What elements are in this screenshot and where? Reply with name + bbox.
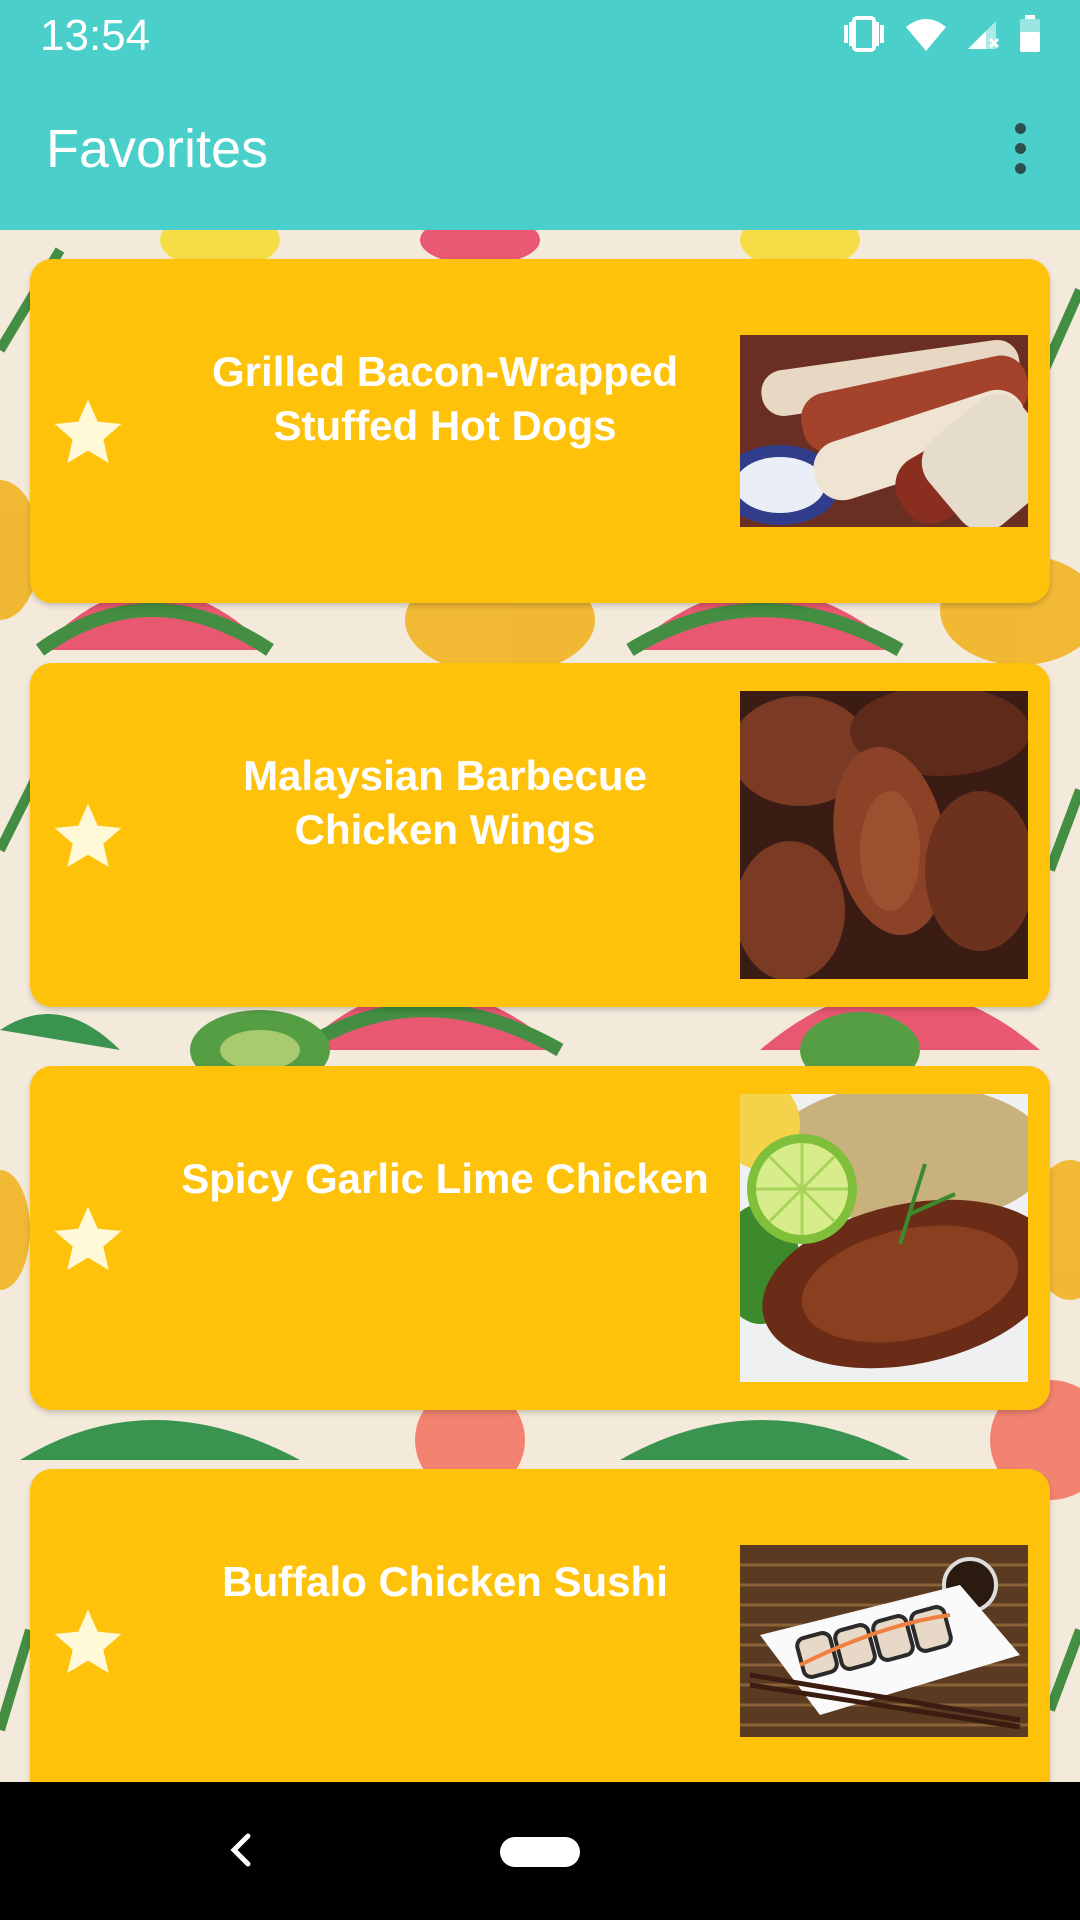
system-nav-bar (0, 1782, 1080, 1920)
signal-icon (968, 21, 1000, 49)
app-bar: Favorites (0, 72, 1080, 230)
star-icon[interactable] (48, 797, 128, 877)
status-time: 13:54 (40, 11, 151, 60)
status-bar: 13:54 (0, 0, 1080, 72)
chicken-wings-photo (740, 691, 1028, 979)
wifi-icon (906, 19, 946, 51)
star-icon[interactable] (48, 393, 128, 473)
list-item[interactable]: Spicy Garlic Lime Chicken (30, 1066, 1050, 1410)
recipe-title: Buffalo Chicken Sushi (222, 1558, 668, 1605)
vibrate-icon (844, 16, 884, 52)
list-item[interactable]: Buffalo Chicken Sushi (30, 1469, 1050, 1782)
fruit-pattern-background: Grilled Bacon-Wrapped Stuffed Hot Dogs M… (0, 230, 1080, 1782)
battery-icon (1020, 15, 1040, 52)
sushi-photo (740, 1545, 1028, 1737)
star-icon[interactable] (48, 1200, 128, 1280)
back-icon[interactable] (220, 1828, 260, 1872)
page-title: Favorites (46, 119, 269, 179)
list-item[interactable]: Malaysian Barbecue Chicken Wings (30, 663, 1050, 1007)
hot-dogs-photo (740, 335, 1028, 527)
status-icons (840, 14, 1042, 54)
star-icon[interactable] (48, 1603, 128, 1683)
more-vert-icon[interactable] (990, 116, 1050, 180)
lime-chicken-photo (740, 1094, 1028, 1382)
recipe-title: Spicy Garlic Lime Chicken (181, 1155, 709, 1202)
list-item[interactable]: Grilled Bacon-Wrapped Stuffed Hot Dogs (30, 259, 1050, 603)
home-pill-icon[interactable] (500, 1837, 580, 1867)
recipe-title: Grilled Bacon-Wrapped Stuffed Hot Dogs (212, 348, 678, 449)
recipe-title: Malaysian Barbecue Chicken Wings (243, 752, 647, 853)
